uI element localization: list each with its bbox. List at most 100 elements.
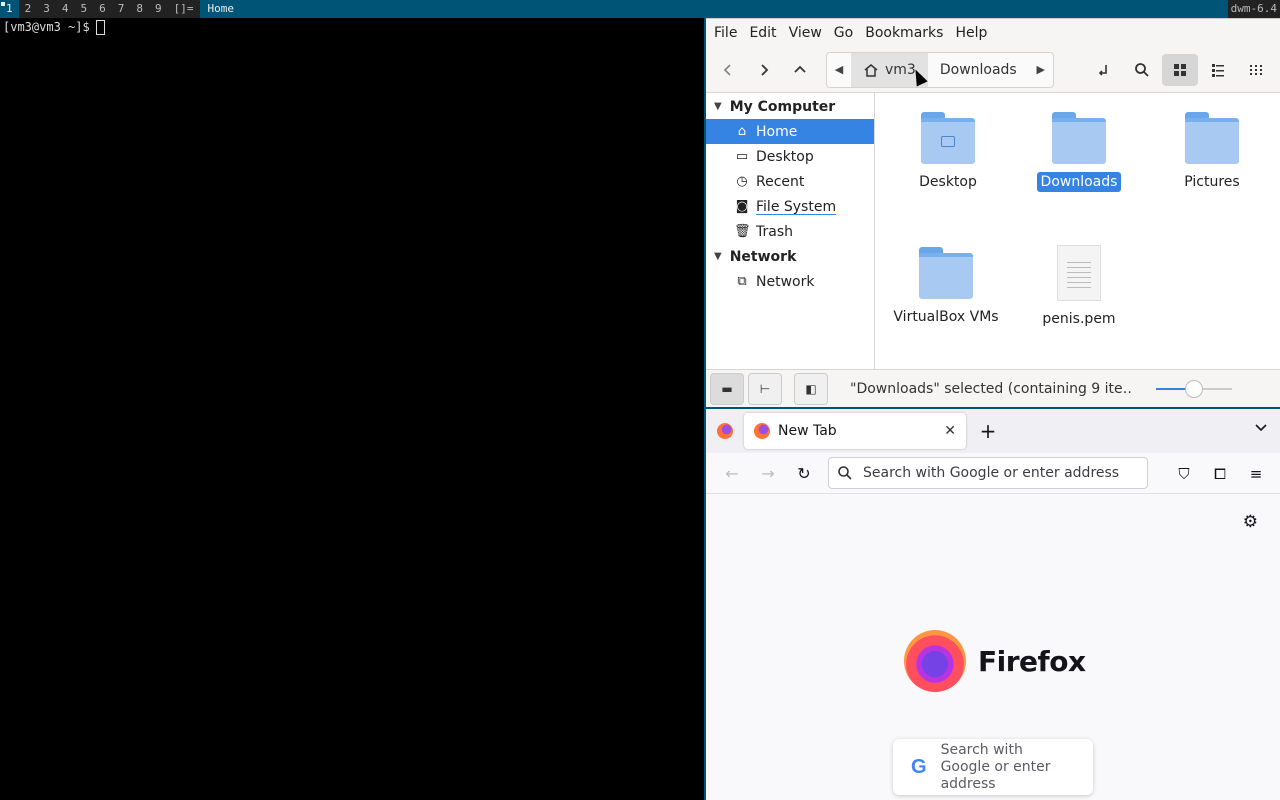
sidebar-item-label: Home bbox=[756, 123, 798, 140]
plus-icon: + bbox=[979, 419, 997, 443]
arrow-right-icon: → bbox=[761, 463, 775, 483]
file-item-downloads[interactable]: Downloads bbox=[1019, 112, 1139, 192]
close-tab-button[interactable]: ✕ bbox=[944, 423, 956, 439]
file-name: Desktop bbox=[919, 174, 977, 190]
sidebar-item-home[interactable]: ⌂ Home bbox=[706, 119, 874, 144]
workspace-tag-6[interactable]: 6 bbox=[93, 0, 112, 18]
sidebar-section-title: My Computer bbox=[729, 98, 836, 115]
triangle-down-icon: ▼ bbox=[714, 251, 722, 262]
menu-file[interactable]: File bbox=[708, 19, 743, 47]
workspace-tag-2[interactable]: 2 bbox=[19, 0, 38, 18]
show-places-button[interactable]: ▬ bbox=[710, 372, 744, 405]
layout-indicator[interactable]: []= bbox=[168, 0, 200, 18]
path-scroll-right-button[interactable]: ▶ bbox=[1029, 53, 1053, 87]
terminal-prompt-line[interactable]: [vm3@vm3 ~]$ bbox=[3, 19, 701, 35]
workspace-tag-4[interactable]: 4 bbox=[56, 0, 75, 18]
folder-icon bbox=[919, 247, 973, 299]
puzzle-icon: ⧠ bbox=[1213, 465, 1226, 483]
zoom-slider-handle[interactable] bbox=[1185, 379, 1203, 398]
tab-bar: New Tab ✕ + bbox=[706, 409, 1280, 453]
file-item-penis-pem[interactable]: penis.pem bbox=[1019, 245, 1139, 329]
firefox-view-button[interactable] bbox=[706, 409, 744, 453]
hamburger-menu-icon: ≡ bbox=[1249, 465, 1263, 483]
file-name: VirtualBox VMs bbox=[893, 309, 999, 325]
pocket-button[interactable]: ⛉ bbox=[1166, 458, 1202, 490]
workspace-tag-3[interactable]: 3 bbox=[37, 0, 56, 18]
file-icon-view[interactable]: Desktop Downloads Pictures VirtualBox VM… bbox=[875, 93, 1280, 369]
workspace-tag-5[interactable]: 5 bbox=[75, 0, 94, 18]
arrow-left-icon: ← bbox=[725, 463, 739, 483]
tab-title: New Tab bbox=[778, 423, 837, 439]
zoom-slider[interactable] bbox=[1156, 379, 1232, 399]
dwm-status-bar: 123456789 []= Home dwm-6.4 bbox=[0, 0, 1280, 18]
workspace-tag-7[interactable]: 7 bbox=[112, 0, 131, 18]
search-button[interactable] bbox=[1124, 54, 1160, 86]
menu-bookmarks[interactable]: Bookmarks bbox=[859, 19, 949, 47]
new-tab-button[interactable]: + bbox=[970, 419, 1006, 443]
workspace-tag-8[interactable]: 8 bbox=[130, 0, 149, 18]
menu-edit[interactable]: Edit bbox=[743, 19, 782, 47]
menu-help[interactable]: Help bbox=[949, 19, 993, 47]
list-icon bbox=[1212, 64, 1224, 77]
file-item-virtualbox-vms[interactable]: VirtualBox VMs bbox=[886, 247, 1006, 327]
compact-grid-icon bbox=[1250, 65, 1262, 75]
browser-tab[interactable]: New Tab ✕ bbox=[744, 413, 966, 449]
list-all-tabs-button[interactable] bbox=[1254, 421, 1268, 439]
firefox-branding: Firefox bbox=[904, 630, 1086, 692]
icon-view-button[interactable] bbox=[1162, 54, 1198, 86]
sidebar-item-label: Recent bbox=[756, 173, 805, 190]
app-menu-button[interactable]: ≡ bbox=[1238, 458, 1274, 490]
sidebar-item-label: Desktop bbox=[756, 148, 814, 165]
sidebar-item-recent[interactable]: ◷ Recent bbox=[706, 169, 874, 194]
sidebar-item-network[interactable]: ⧉ Network bbox=[706, 269, 874, 294]
sidebar-item-label: File System bbox=[756, 198, 837, 215]
path-item-label: Downloads bbox=[939, 61, 1017, 78]
menu-view[interactable]: View bbox=[783, 19, 828, 47]
newtab-search-box[interactable]: G Search with Google or enter address bbox=[893, 739, 1093, 795]
document-icon bbox=[1057, 245, 1101, 301]
extensions-button[interactable]: ⧠ bbox=[1202, 458, 1238, 490]
reload-button[interactable]: ↻ bbox=[786, 457, 822, 489]
path-item-downloads[interactable]: Downloads bbox=[928, 53, 1029, 87]
open-terminal-button[interactable] bbox=[1086, 54, 1122, 86]
toolbar-right-group bbox=[1084, 54, 1274, 86]
toggle-sidebar-button[interactable]: ◧ bbox=[794, 372, 828, 405]
firefox-wordmark: Firefox bbox=[978, 644, 1086, 678]
drive-icon: ◙ bbox=[735, 199, 749, 214]
back-button[interactable] bbox=[712, 54, 744, 86]
forward-button[interactable] bbox=[748, 54, 780, 86]
search-icon bbox=[1135, 63, 1149, 77]
menu-go[interactable]: Go bbox=[828, 19, 859, 47]
terminal-window[interactable]: [vm3@vm3 ~]$ bbox=[0, 18, 704, 800]
pocket-icon: ⛉ bbox=[1178, 465, 1190, 483]
file-manager-toolbar: ◀ vm3 Downloads ▶ bbox=[706, 47, 1280, 93]
sidebar-item-trash[interactable]: 🗑 Trash bbox=[706, 219, 874, 244]
sidebar-item-label: Network bbox=[756, 273, 815, 290]
list-view-button[interactable] bbox=[1200, 54, 1236, 86]
show-treeview-button[interactable]: ⊢ bbox=[748, 372, 782, 405]
url-input[interactable] bbox=[863, 465, 1143, 481]
compact-view-button[interactable] bbox=[1238, 54, 1274, 86]
folder-small-icon: ▬ bbox=[721, 381, 733, 396]
sidebar-section-my-computer[interactable]: ▼ My Computer bbox=[706, 94, 874, 119]
triangle-left-icon: ◀ bbox=[834, 63, 844, 76]
file-item-desktop[interactable]: Desktop bbox=[888, 112, 1008, 192]
url-bar[interactable] bbox=[828, 457, 1148, 489]
workspace-tag-9[interactable]: 9 bbox=[149, 0, 168, 18]
firefox-icon bbox=[717, 423, 733, 439]
forward-button[interactable]: → bbox=[750, 457, 786, 489]
file-item-pictures[interactable]: Pictures bbox=[1152, 112, 1272, 192]
sidebar-item-desktop[interactable]: ▭ Desktop bbox=[706, 144, 874, 169]
back-button[interactable]: ← bbox=[714, 457, 750, 489]
up-button[interactable] bbox=[784, 54, 816, 86]
chevron-up-icon bbox=[794, 65, 806, 73]
sidebar-item-file-system[interactable]: ◙ File System bbox=[706, 194, 874, 219]
folder-icon bbox=[1185, 112, 1239, 164]
desktop-icon: ▭ bbox=[735, 149, 749, 164]
file-manager-statusbar: ▬ ⊢ ◧ "Downloads" selected (containing 9… bbox=[706, 369, 1280, 407]
customize-button[interactable]: ⚙ bbox=[1243, 512, 1258, 532]
workspace-tag-1[interactable]: 1 bbox=[0, 0, 19, 18]
sidebar-section-network[interactable]: ▼ Network bbox=[706, 244, 874, 269]
chevron-left-icon bbox=[723, 63, 731, 76]
path-scroll-left-button[interactable]: ◀ bbox=[827, 53, 851, 87]
